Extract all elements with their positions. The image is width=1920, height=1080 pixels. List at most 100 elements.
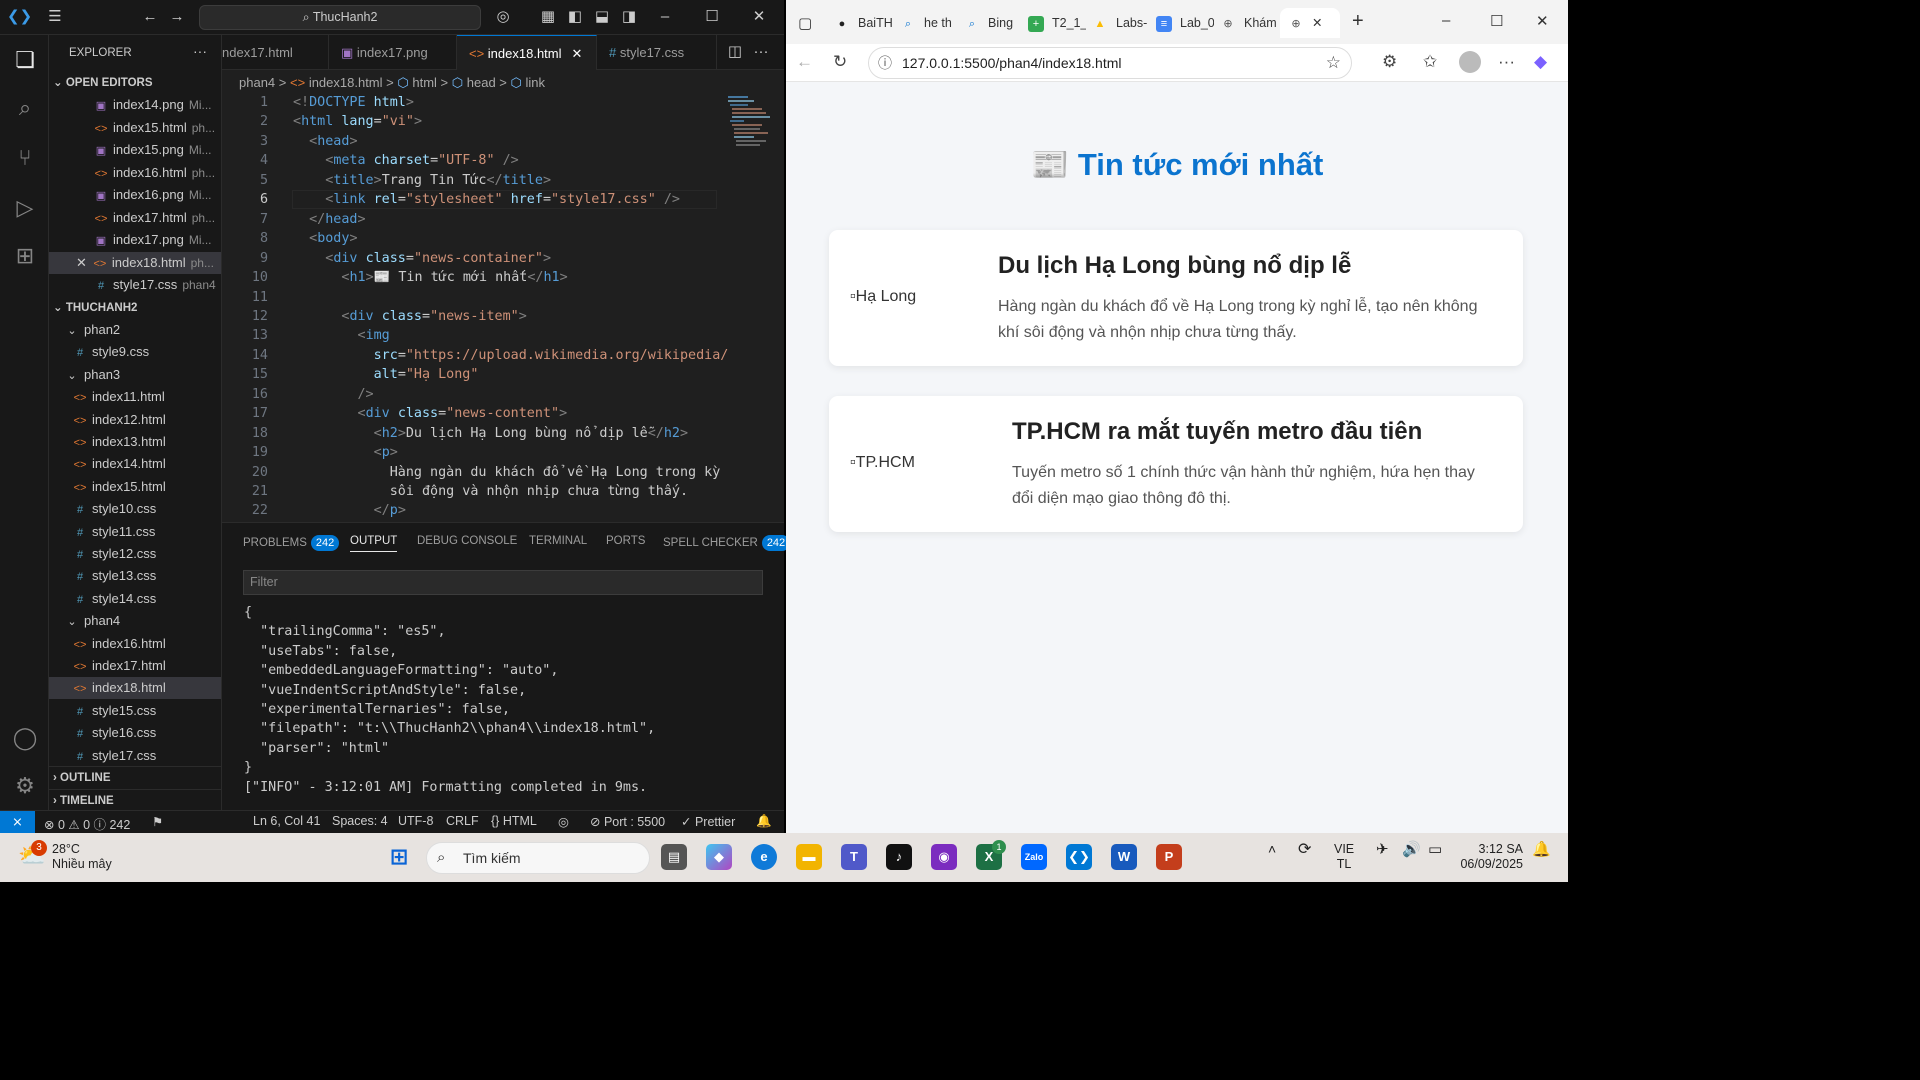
open-editor-item[interactable]: ▣ index16.png Mi... bbox=[49, 184, 221, 206]
search-icon[interactable]: ⌕ bbox=[10, 93, 40, 123]
copilot-app-icon[interactable]: ◆ bbox=[706, 844, 732, 870]
panel-tab-output[interactable]: OUTPUT bbox=[350, 535, 398, 552]
browser-tab-kham[interactable]: ⊕ Khám bbox=[1220, 8, 1278, 38]
timeline-header[interactable]: › TIMELINE bbox=[49, 789, 221, 810]
toggle-secondary-sidebar-icon[interactable]: ◨ bbox=[619, 7, 639, 27]
panel-tab-spell-checker[interactable]: SPELL CHECKER 242 bbox=[663, 535, 791, 551]
file-item[interactable]: <> index12.html bbox=[49, 409, 221, 431]
maximize-icon[interactable]: ☐ bbox=[1490, 12, 1503, 30]
battery-icon[interactable]: ▭ bbox=[1428, 842, 1442, 857]
explorer-icon[interactable]: ❏ bbox=[10, 45, 40, 75]
word-icon[interactable]: W bbox=[1111, 844, 1137, 870]
toggle-sidebar-icon[interactable]: ◧ bbox=[565, 7, 585, 27]
open-editor-item[interactable]: <> index16.html ph... bbox=[49, 162, 221, 184]
live-server-port[interactable]: ⊘ Port : 5500 bbox=[590, 814, 665, 829]
open-editor-item[interactable]: ▣ index17.png Mi... bbox=[49, 229, 221, 251]
close-icon[interactable]: ✕ bbox=[749, 7, 769, 27]
new-tab-icon[interactable]: + bbox=[1352, 10, 1364, 33]
file-item[interactable]: # style9.css bbox=[49, 341, 221, 363]
open-editor-item[interactable]: ▣ index15.png Mi... bbox=[49, 139, 221, 161]
edge-app-icon[interactable]: e bbox=[751, 844, 777, 870]
split-editor-icon[interactable]: ◫ bbox=[725, 42, 745, 62]
menu-icon[interactable]: ☰ bbox=[45, 7, 65, 27]
open-editor-item[interactable]: ✕ <> index18.html ph... bbox=[49, 251, 221, 274]
extensions-icon[interactable]: ⚙ bbox=[1382, 52, 1397, 72]
minimize-icon[interactable]: – bbox=[1442, 12, 1450, 29]
file-item[interactable]: # style16.css bbox=[49, 722, 221, 744]
browser-tab-bing[interactable]: ⌕ Bing bbox=[964, 8, 1022, 38]
copilot-icon[interactable]: ◆ bbox=[1534, 52, 1547, 72]
tiktok-icon[interactable]: ♪ bbox=[886, 844, 912, 870]
problems-status[interactable]: ⊗ 0 ⚠ 0 ⓘ 242 bbox=[44, 814, 130, 833]
sync-icon[interactable]: ⟳ bbox=[1298, 842, 1311, 858]
open-editor-item[interactable]: <> index17.html ph... bbox=[49, 207, 221, 229]
show-hidden-icons[interactable]: ˄ bbox=[1268, 842, 1276, 857]
clock[interactable]: 3:12 SA 06/09/2025 bbox=[1458, 842, 1523, 872]
notifications-bell-icon[interactable]: 🔔 bbox=[756, 814, 772, 829]
favorite-star-icon[interactable]: ☆ bbox=[1326, 48, 1341, 78]
browser-tab-lab0[interactable]: ≡ Lab_0 bbox=[1156, 8, 1214, 38]
panel-tab-debug-console[interactable]: DEBUG CONSOLE bbox=[417, 535, 517, 547]
toggle-panel-icon[interactable]: ⬓ bbox=[592, 7, 612, 27]
refresh-icon[interactable]: ↻ bbox=[833, 52, 847, 72]
tab-style17-css[interactable]: # style17.css bbox=[597, 35, 717, 70]
file-item[interactable]: <> index15.html bbox=[49, 476, 221, 498]
file-item[interactable]: # style12.css bbox=[49, 543, 221, 565]
taskbar-search[interactable]: ⌕ Tìm kiếm bbox=[426, 842, 650, 874]
start-windows-icon[interactable]: ⊞ bbox=[386, 844, 412, 870]
open-editor-item[interactable]: ▣ index14.png Mi... bbox=[49, 94, 221, 116]
file-item[interactable]: # style11.css bbox=[49, 521, 221, 543]
file-item[interactable]: <> index13.html bbox=[49, 431, 221, 453]
browser-tab-labs[interactable]: ▲ Labs- bbox=[1092, 8, 1150, 38]
zalo-icon[interactable]: Zalo bbox=[1021, 844, 1047, 870]
vscode-app-icon[interactable]: ❮❯ bbox=[1066, 844, 1092, 870]
customize-layout-icon[interactable]: ▦ bbox=[538, 7, 558, 27]
browser-tab-baith[interactable]: ● BaiTH bbox=[834, 8, 894, 38]
extensions-icon[interactable]: ⊞ bbox=[10, 241, 40, 271]
folder-item[interactable]: ⌄ phan3 bbox=[49, 364, 221, 386]
open-editors-header[interactable]: ⌄ OPEN EDITORS bbox=[49, 72, 221, 94]
teams-icon[interactable]: T bbox=[841, 844, 867, 870]
remote-icon[interactable]: ⨯ bbox=[0, 811, 35, 833]
cursor-position[interactable]: Ln 6, Col 41 bbox=[253, 814, 320, 828]
profile-avatar[interactable] bbox=[1459, 51, 1481, 73]
file-item[interactable]: # style10.css bbox=[49, 498, 221, 520]
browser-tab-he-th[interactable]: ⌕ he th bbox=[900, 8, 958, 38]
line-ending[interactable]: CRLF bbox=[446, 814, 479, 828]
maximize-icon[interactable]: ☐ bbox=[702, 7, 722, 27]
workspace-header[interactable]: ⌄ THUCHANH2 bbox=[49, 297, 221, 319]
back-arrow-icon[interactable]: ← bbox=[140, 7, 160, 27]
notification-icon[interactable]: 🔔 bbox=[1532, 842, 1551, 857]
indentation[interactable]: Spaces: 4 bbox=[332, 814, 388, 828]
file-item[interactable]: <> index11.html bbox=[49, 386, 221, 408]
output-filter-input[interactable]: Filter bbox=[243, 570, 763, 595]
file-item[interactable]: # style15.css bbox=[49, 700, 221, 722]
file-explorer-icon[interactable]: ▬ bbox=[796, 844, 822, 870]
browser-tab-active[interactable]: ⊕ ✕ bbox=[1280, 8, 1340, 38]
code-editor[interactable]: 1 <!DOCTYPE html> 2 <html lang="vi"> 3 <head… bbox=[222, 94, 784, 522]
outline-header[interactable]: › OUTLINE bbox=[49, 766, 221, 788]
open-editor-item[interactable]: # style17.css phan4 bbox=[49, 274, 221, 296]
volume-icon[interactable]: 🔊 bbox=[1402, 842, 1421, 857]
copilot-status-icon[interactable]: ◎ bbox=[558, 814, 569, 829]
site-info-icon[interactable]: ⓘ bbox=[878, 48, 892, 78]
folder-item[interactable]: ⌄ phan4 bbox=[49, 610, 221, 632]
back-icon[interactable]: ← bbox=[796, 52, 813, 72]
file-item[interactable]: # style17.css bbox=[49, 745, 221, 767]
powerpoint-icon[interactable]: P bbox=[1156, 844, 1182, 870]
tab-index17-html[interactable]: ndex17.html bbox=[222, 35, 329, 70]
encoding[interactable]: UTF-8 bbox=[398, 814, 433, 828]
source-control-icon[interactable]: ⑂ bbox=[10, 143, 40, 173]
folder-item[interactable]: ⌄ phan2 bbox=[49, 319, 221, 341]
file-item[interactable]: <> index18.html bbox=[49, 677, 221, 700]
file-item[interactable]: # style13.css bbox=[49, 565, 221, 587]
file-item[interactable]: <> index16.html bbox=[49, 633, 221, 655]
broadcast-icon[interactable]: ⚑ bbox=[152, 814, 163, 829]
forward-arrow-icon[interactable]: → bbox=[167, 7, 187, 27]
file-item[interactable]: <> index17.html bbox=[49, 655, 221, 677]
minimize-icon[interactable]: – bbox=[655, 7, 675, 27]
tab-actions-icon[interactable]: ▢ bbox=[798, 14, 812, 32]
input-language[interactable]: VIE TL bbox=[1334, 842, 1354, 872]
language-mode[interactable]: {} HTML bbox=[491, 814, 537, 828]
task-view-icon[interactable]: ▤ bbox=[661, 844, 687, 870]
